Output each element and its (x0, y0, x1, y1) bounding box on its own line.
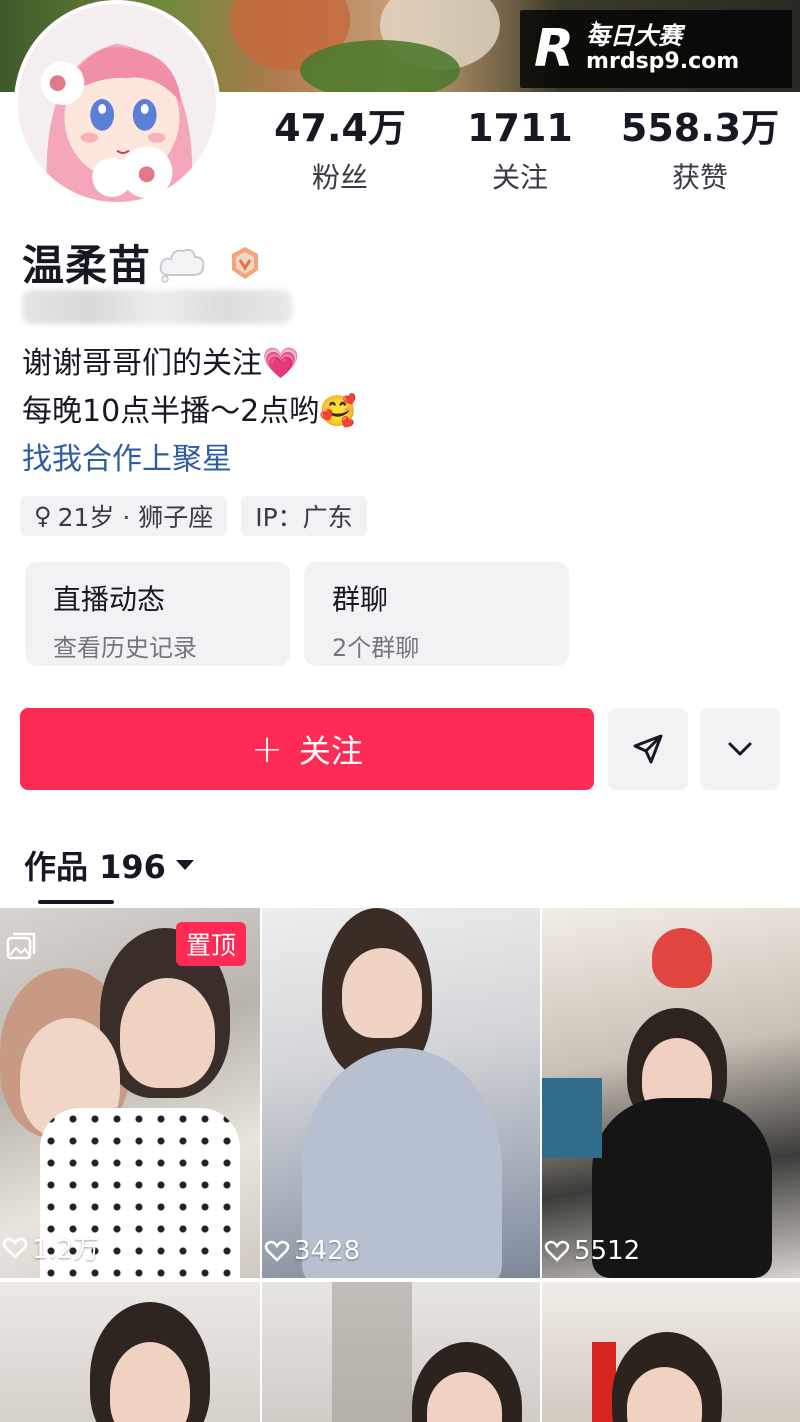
stat-value: 558.3万 (620, 106, 780, 150)
watermark-url: mrdsp9.com (586, 49, 740, 74)
chevron-down-icon (728, 742, 752, 756)
card-subtitle: 2个群聊 (332, 634, 420, 662)
follow-label: 关注 (298, 732, 363, 770)
heart-icon (544, 1240, 570, 1262)
tag-text: IP：广东 (255, 503, 353, 532)
card-live-history[interactable]: 直播动态 查看历史记录 (25, 562, 290, 666)
heart-icon (264, 1240, 290, 1262)
send-icon (633, 734, 663, 764)
pinned-badge: 置顶 (175, 922, 246, 966)
name-row: 温柔苗 (22, 232, 263, 293)
stat-value: 47.4万 (274, 106, 406, 150)
card-title: 群聊 (332, 583, 389, 616)
plus-icon: + (251, 727, 283, 771)
tab-works[interactable]: 作品 196 (24, 842, 194, 888)
profile-stats: 47.4万 粉丝 1711 关注 558.3万 获赞 (250, 106, 790, 196)
fan-badge-icon[interactable] (227, 245, 263, 281)
photo-icon (6, 932, 36, 960)
watermark: R ★ 每日大赛 mrdsp9.com (520, 10, 792, 88)
stat-following[interactable]: 1711 关注 (430, 106, 610, 196)
video-likes: 3428 (264, 1236, 360, 1266)
heart-icon (2, 1237, 28, 1259)
message-button[interactable] (608, 708, 688, 790)
video-thumbnail[interactable]: 3428 (262, 908, 540, 1278)
bio-line: 每晚10点半播～2点哟🥰 (22, 394, 357, 429)
female-icon: ♀ (34, 502, 52, 530)
stat-label: 关注 (491, 160, 548, 194)
avatar[interactable] (14, 0, 220, 206)
tag-ip: IP：广东 (241, 496, 367, 536)
video-likes: 5512 (544, 1236, 640, 1266)
profile-name: 温柔苗 (22, 241, 152, 290)
tag-age: ♀ 21岁 · 狮子座 (20, 496, 228, 536)
likes-count: 5512 (574, 1236, 641, 1266)
watermark-logo: R (534, 19, 574, 79)
bio-link[interactable]: 找我合作上聚星 (22, 436, 357, 484)
profile-cards: 直播动态 查看历史记录 群聊 2个群聊 (25, 562, 569, 666)
card-title: 直播动态 (53, 583, 166, 616)
video-grid: 置顶 1.2万 3428 5512 (0, 908, 800, 1422)
likes-count: 1.2万 (32, 1235, 100, 1265)
account-id-blurred (22, 290, 292, 324)
caret-down-icon (175, 860, 194, 870)
cloud-icon (159, 248, 205, 283)
stat-followers[interactable]: 47.4万 粉丝 (250, 106, 430, 196)
video-thumbnail[interactable] (542, 1282, 800, 1422)
watermark-title: 每日大赛 (586, 21, 683, 50)
star-icon: ★ (590, 18, 603, 34)
video-thumbnail[interactable] (0, 1282, 260, 1422)
more-button[interactable] (700, 708, 780, 790)
card-subtitle: 查看历史记录 (53, 634, 197, 662)
tag-text: 21岁 · 狮子座 (57, 503, 214, 532)
tab-underline (38, 900, 114, 904)
card-group-chat[interactable]: 群聊 2个群聊 (304, 562, 569, 666)
likes-count: 3428 (294, 1236, 361, 1266)
stat-label: 粉丝 (311, 160, 368, 194)
profile-bio: 谢谢哥哥们的关注💗 每晚10点半播～2点哟🥰 找我合作上聚星 (22, 340, 357, 484)
anime-avatar-image (18, 4, 216, 202)
video-likes: 1.2万 (2, 1229, 99, 1266)
profile-tags: ♀ 21岁 · 狮子座 IP：广东 (20, 496, 367, 536)
video-thumbnail[interactable]: 置顶 1.2万 (0, 908, 260, 1278)
tab-works-label: 作品 196 (24, 848, 166, 886)
stat-label: 获赞 (671, 160, 728, 194)
stat-likes[interactable]: 558.3万 获赞 (610, 106, 790, 196)
bio-line: 谢谢哥哥们的关注💗 (22, 346, 300, 381)
video-thumbnail[interactable]: 5512 (542, 908, 800, 1278)
stat-value: 1711 (467, 106, 573, 150)
video-thumbnail[interactable] (262, 1282, 540, 1422)
follow-button[interactable]: + 关注 (20, 708, 594, 790)
